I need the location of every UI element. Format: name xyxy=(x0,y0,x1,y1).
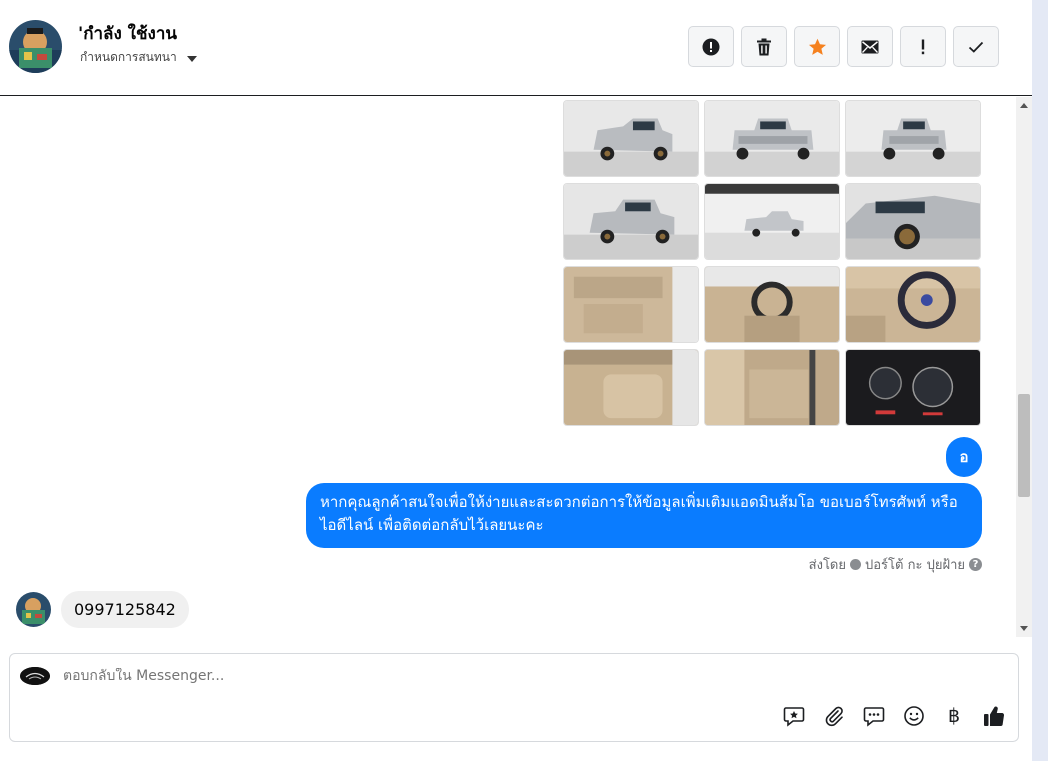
conversation-header: 'กำลัง ใช้งาน กำหนดการสนทนา xyxy=(0,0,1032,96)
contact-avatar-small[interactable] xyxy=(16,592,51,627)
check-icon xyxy=(968,41,984,53)
delete-button[interactable] xyxy=(741,26,787,67)
contact-name: 'กำลัง ใช้งาน xyxy=(78,24,177,44)
caret-down-icon xyxy=(186,55,197,62)
car-photo[interactable] xyxy=(704,349,840,426)
thread-scrollbar[interactable] xyxy=(1016,97,1032,637)
mark-unread-button[interactable] xyxy=(847,26,893,67)
car-photo[interactable] xyxy=(845,349,981,426)
car-photo[interactable] xyxy=(563,266,699,343)
conversation-settings-label: กำหนดการสนทนา xyxy=(80,50,177,64)
mark-spam-button[interactable] xyxy=(688,26,734,67)
message-thread[interactable]: อ หากคุณลูกค้าสนใจเพื่อให้ง่ายและสะดวกต่… xyxy=(0,97,1016,637)
car-photo[interactable] xyxy=(563,349,699,426)
baht-payment-icon[interactable]: ฿ xyxy=(942,704,966,728)
outgoing-message: หากคุณลูกค้าสนใจเพื่อให้ง่ายและสะดวกต่อก… xyxy=(306,483,982,548)
star-icon xyxy=(808,38,826,55)
car-photo[interactable] xyxy=(563,100,699,177)
star-button[interactable] xyxy=(794,26,840,67)
help-icon[interactable]: ? xyxy=(969,558,982,571)
emoji-icon[interactable] xyxy=(902,704,926,728)
car-photo[interactable] xyxy=(704,100,840,177)
scroll-down-icon[interactable] xyxy=(1020,626,1028,631)
exclamation-icon xyxy=(921,39,925,54)
incoming-message: 0997125842 xyxy=(61,591,189,628)
car-photo[interactable] xyxy=(704,183,840,260)
saved-reply-icon[interactable] xyxy=(782,704,806,728)
conversation-settings-dropdown[interactable]: กำหนดการสนทนา xyxy=(80,48,197,67)
envelope-icon xyxy=(861,40,879,53)
sent-by-info: ส่งโดย ปอร์โต้ กะ ปุยฝ้าย ? xyxy=(809,554,982,575)
contact-avatar[interactable] xyxy=(9,20,62,73)
reply-input[interactable] xyxy=(63,668,763,684)
car-photo[interactable] xyxy=(845,183,981,260)
car-photo[interactable] xyxy=(845,266,981,343)
messenger-inbox-panel: 'กำลัง ใช้งาน กำหนดการสนทนา อ หากคุณลูกค… xyxy=(0,0,1032,761)
alert-circle-icon xyxy=(702,38,720,55)
trash-icon xyxy=(757,38,771,55)
scroll-up-icon[interactable] xyxy=(1020,103,1028,108)
photo-grid xyxy=(563,100,981,426)
scroll-thumb[interactable] xyxy=(1018,394,1030,497)
attachment-icon[interactable] xyxy=(822,704,846,728)
car-photo[interactable] xyxy=(704,266,840,343)
window-edge xyxy=(1032,0,1048,761)
reply-composer: ฿ xyxy=(9,653,1019,742)
sent-by-name: ปอร์โต้ กะ ปุยฝ้าย xyxy=(865,558,965,573)
sent-by-prefix: ส่งโดย xyxy=(808,558,846,573)
mark-done-button[interactable] xyxy=(953,26,999,67)
composer-toolbar: ฿ xyxy=(782,704,1006,728)
chat-bubble-icon[interactable] xyxy=(862,704,886,728)
incoming-message-row: 0997125842 xyxy=(16,591,189,628)
car-photo[interactable] xyxy=(845,100,981,177)
car-photo[interactable] xyxy=(563,183,699,260)
page-logo xyxy=(20,667,50,685)
verified-icon xyxy=(850,559,861,570)
follow-up-button[interactable] xyxy=(900,26,946,67)
header-toolbar xyxy=(688,26,999,67)
outgoing-message: อ xyxy=(946,437,982,477)
thumbs-up-icon[interactable] xyxy=(982,704,1006,728)
